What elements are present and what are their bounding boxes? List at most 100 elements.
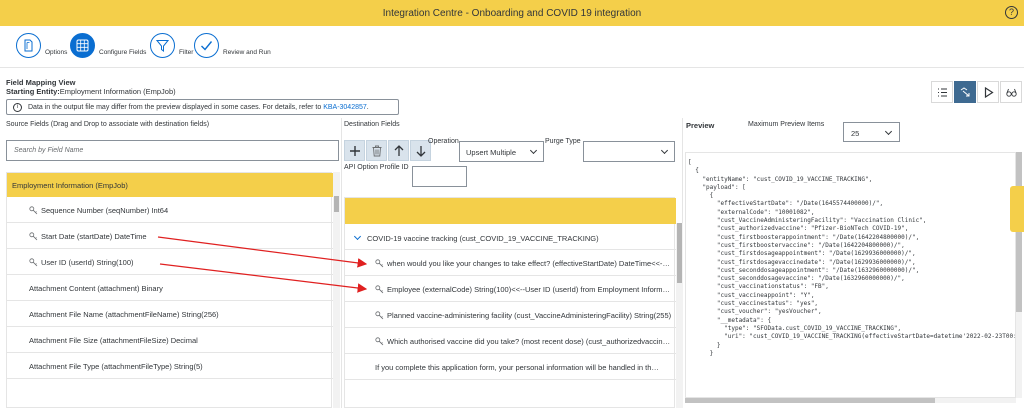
- preview-json-line: "cust_firstboosterappointment": "/Date(1…: [688, 233, 920, 241]
- delete-button[interactable]: [366, 140, 387, 161]
- delete-icon: [372, 145, 382, 157]
- key-icon: [375, 285, 384, 294]
- destination-field-row[interactable]: If you complete this application form, y…: [345, 354, 676, 380]
- key-icon: [375, 259, 384, 268]
- destination-scrollbar[interactable]: [676, 223, 683, 408]
- preview-json-line: "cust_seconddosagevaccine": "/Date(16329…: [688, 275, 905, 283]
- max-preview-items-select[interactable]: 25: [843, 122, 900, 142]
- source-fields-list: Employment Information (EmpJob) Sequence…: [6, 172, 333, 408]
- key-icon: [29, 206, 38, 215]
- preview-json-line: "type": "SFOData.cust_COVID_19_VACCINE_T…: [688, 324, 902, 332]
- list-icon[interactable]: [931, 81, 953, 103]
- preview-horizontal-scrollbar[interactable]: [685, 398, 1016, 403]
- source-fields-header: Source Fields (Drag and Drop to associat…: [6, 121, 210, 128]
- api-option-profile-label: API Option Profile ID: [344, 164, 409, 171]
- operation-value: Upsert Multiple: [466, 148, 517, 157]
- source-field-row[interactable]: Sequence Number (seqNumber) Int64: [7, 197, 333, 223]
- operation-select[interactable]: Upsert Multiple: [459, 141, 544, 162]
- add-button[interactable]: [344, 140, 365, 161]
- chevron-down-icon: [884, 127, 893, 136]
- preview-vertical-thumb[interactable]: [1016, 152, 1022, 312]
- destination-field-label: If you complete this application form, y…: [375, 363, 661, 372]
- source-field-label: Sequence Number (seqNumber) Int64: [41, 206, 169, 215]
- source-field-row[interactable]: Attachment File Type (attachmentFileType…: [7, 353, 333, 379]
- source-field-label: Start Date (startDate) DateTime: [41, 232, 147, 241]
- preview-json-line: "entityName": "cust_COVID_19_VACCINE_TRA…: [688, 175, 873, 183]
- view-title: Field Mapping View: [6, 78, 76, 87]
- source-field-row[interactable]: Start Date (startDate) DateTime: [7, 223, 333, 249]
- glasses-icon[interactable]: [1000, 81, 1022, 103]
- source-field-label: User ID (userId) String(100): [41, 258, 134, 267]
- purge-type-select[interactable]: [583, 141, 675, 162]
- source-field-row[interactable]: User ID (userId) String(100): [7, 249, 333, 275]
- column-divider: [341, 118, 342, 408]
- preview-json-line: "cust_vaccinationstatus": "FB",: [688, 283, 829, 291]
- source-search-placeholder: Search by Field Name: [14, 147, 84, 154]
- max-preview-items-label: Maximum Preview Items: [748, 121, 825, 128]
- chevron-down-icon[interactable]: [353, 232, 362, 241]
- grid-icon: [70, 33, 95, 58]
- starting-entity-value: Employment Information (EmpJob): [59, 87, 176, 96]
- destination-scroll-thumb[interactable]: [677, 223, 682, 283]
- step-review-and-run-label: Review and Run: [223, 49, 271, 56]
- key-icon: [29, 258, 38, 267]
- preview-horizontal-thumb[interactable]: [685, 398, 935, 403]
- source-field-label: Attachment File Name (attachmentFileName…: [29, 310, 219, 319]
- preview-json-panel: [ { "entityName": "cust_COVID_19_VACCINE…: [685, 152, 1016, 398]
- preview-json-line: "cust_firstdosageappointment": "/Date(16…: [688, 250, 916, 258]
- source-field-row[interactable]: Attachment File Name (attachmentFileName…: [7, 301, 333, 327]
- kba-link[interactable]: KBA-3042857: [323, 104, 367, 111]
- max-preview-items-value: 25: [851, 129, 860, 138]
- source-field-row[interactable]: Attachment Content (attachment) Binary: [7, 275, 333, 301]
- destination-field-row[interactable]: Which authorised vaccine did you take? (…: [345, 328, 676, 354]
- preview-json-line: "cust_firstdosagevaccinedate": "/Date(16…: [688, 258, 916, 266]
- preview-json-line: "cust_voucher": "yesVoucher",: [688, 308, 822, 316]
- source-field-label: Attachment File Type (attachmentFileType…: [29, 362, 203, 371]
- preview-json-line: "cust_seconddosageappointment": "/Date(1…: [688, 266, 920, 274]
- destination-field-label: when would you like your changes to take…: [387, 259, 673, 268]
- info-text-body: Data in the output file may differ from …: [28, 104, 324, 111]
- checkmark-icon: [194, 33, 219, 58]
- step-options-label: Options: [45, 49, 68, 56]
- source-group-header[interactable]: Employment Information (EmpJob): [7, 173, 333, 197]
- chevron-down-icon: [660, 146, 669, 155]
- source-scroll-thumb[interactable]: [334, 196, 339, 212]
- preview-json-line: "cust_VaccineAdministeringFacility": "Va…: [688, 217, 927, 225]
- preview-header: Preview: [686, 121, 715, 130]
- preview-json-line: "externalCode": "10001082",: [688, 208, 815, 216]
- destination-field-label: Employee (externalCode) String(100)<<--U…: [387, 285, 673, 294]
- source-search-input[interactable]: Search by Field Name: [6, 140, 339, 161]
- api-option-profile-input[interactable]: [412, 166, 467, 187]
- preview-json-line: [: [688, 159, 692, 166]
- help-icon[interactable]: ?: [1005, 6, 1018, 19]
- step-filter-label: Filter: [179, 49, 194, 56]
- destination-field-label: Which authorised vaccine did you take? (…: [387, 337, 673, 346]
- side-panel-tab[interactable]: [1010, 186, 1024, 232]
- starting-entity-label: Starting Entity:: [6, 87, 60, 96]
- add-icon: [350, 146, 360, 156]
- view-toolbar: [931, 81, 1022, 103]
- destination-group-header[interactable]: COVID-19 vaccine tracking (cust_COVID_19…: [345, 224, 676, 250]
- key-icon: [375, 337, 384, 346]
- mapping-icon[interactable]: [954, 81, 976, 103]
- destination-field-row[interactable]: Employee (externalCode) String(100)<<--U…: [345, 276, 676, 302]
- info-message: i Data in the output file may differ fro…: [6, 99, 399, 115]
- preview-json-line: "cust_authorizedvaccine": "Pfizer-BioNTe…: [688, 225, 909, 233]
- source-scrollbar[interactable]: [333, 172, 340, 408]
- destination-field-row[interactable]: when would you like your changes to take…: [345, 250, 676, 276]
- preview-json-line: }: [688, 349, 714, 357]
- move-up-button[interactable]: [388, 140, 409, 161]
- info-text-suffix: .: [366, 104, 369, 111]
- document-icon: [16, 33, 41, 58]
- arrow-down-icon: [416, 146, 426, 157]
- preview-json-text: [ { "entityName": "cust_COVID_19_VACCINE…: [688, 159, 1016, 358]
- preview-json-line: }: [688, 341, 721, 349]
- preview-json-line: "uri": "cust_COVID_19_VACCINE_TRACKING(e…: [688, 333, 1016, 341]
- source-field-row[interactable]: Attachment File Size (attachmentFileSize…: [7, 327, 333, 353]
- destination-field-row[interactable]: Planned vaccine-administering facility (…: [345, 302, 676, 328]
- preview-json-line: "payload": [: [688, 183, 746, 191]
- destination-group-label: COVID-19 vaccine tracking (cust_COVID_19…: [367, 234, 599, 243]
- play-icon[interactable]: [977, 81, 999, 103]
- key-icon: [375, 311, 384, 320]
- destination-fields-header: Destination Fields: [344, 121, 400, 128]
